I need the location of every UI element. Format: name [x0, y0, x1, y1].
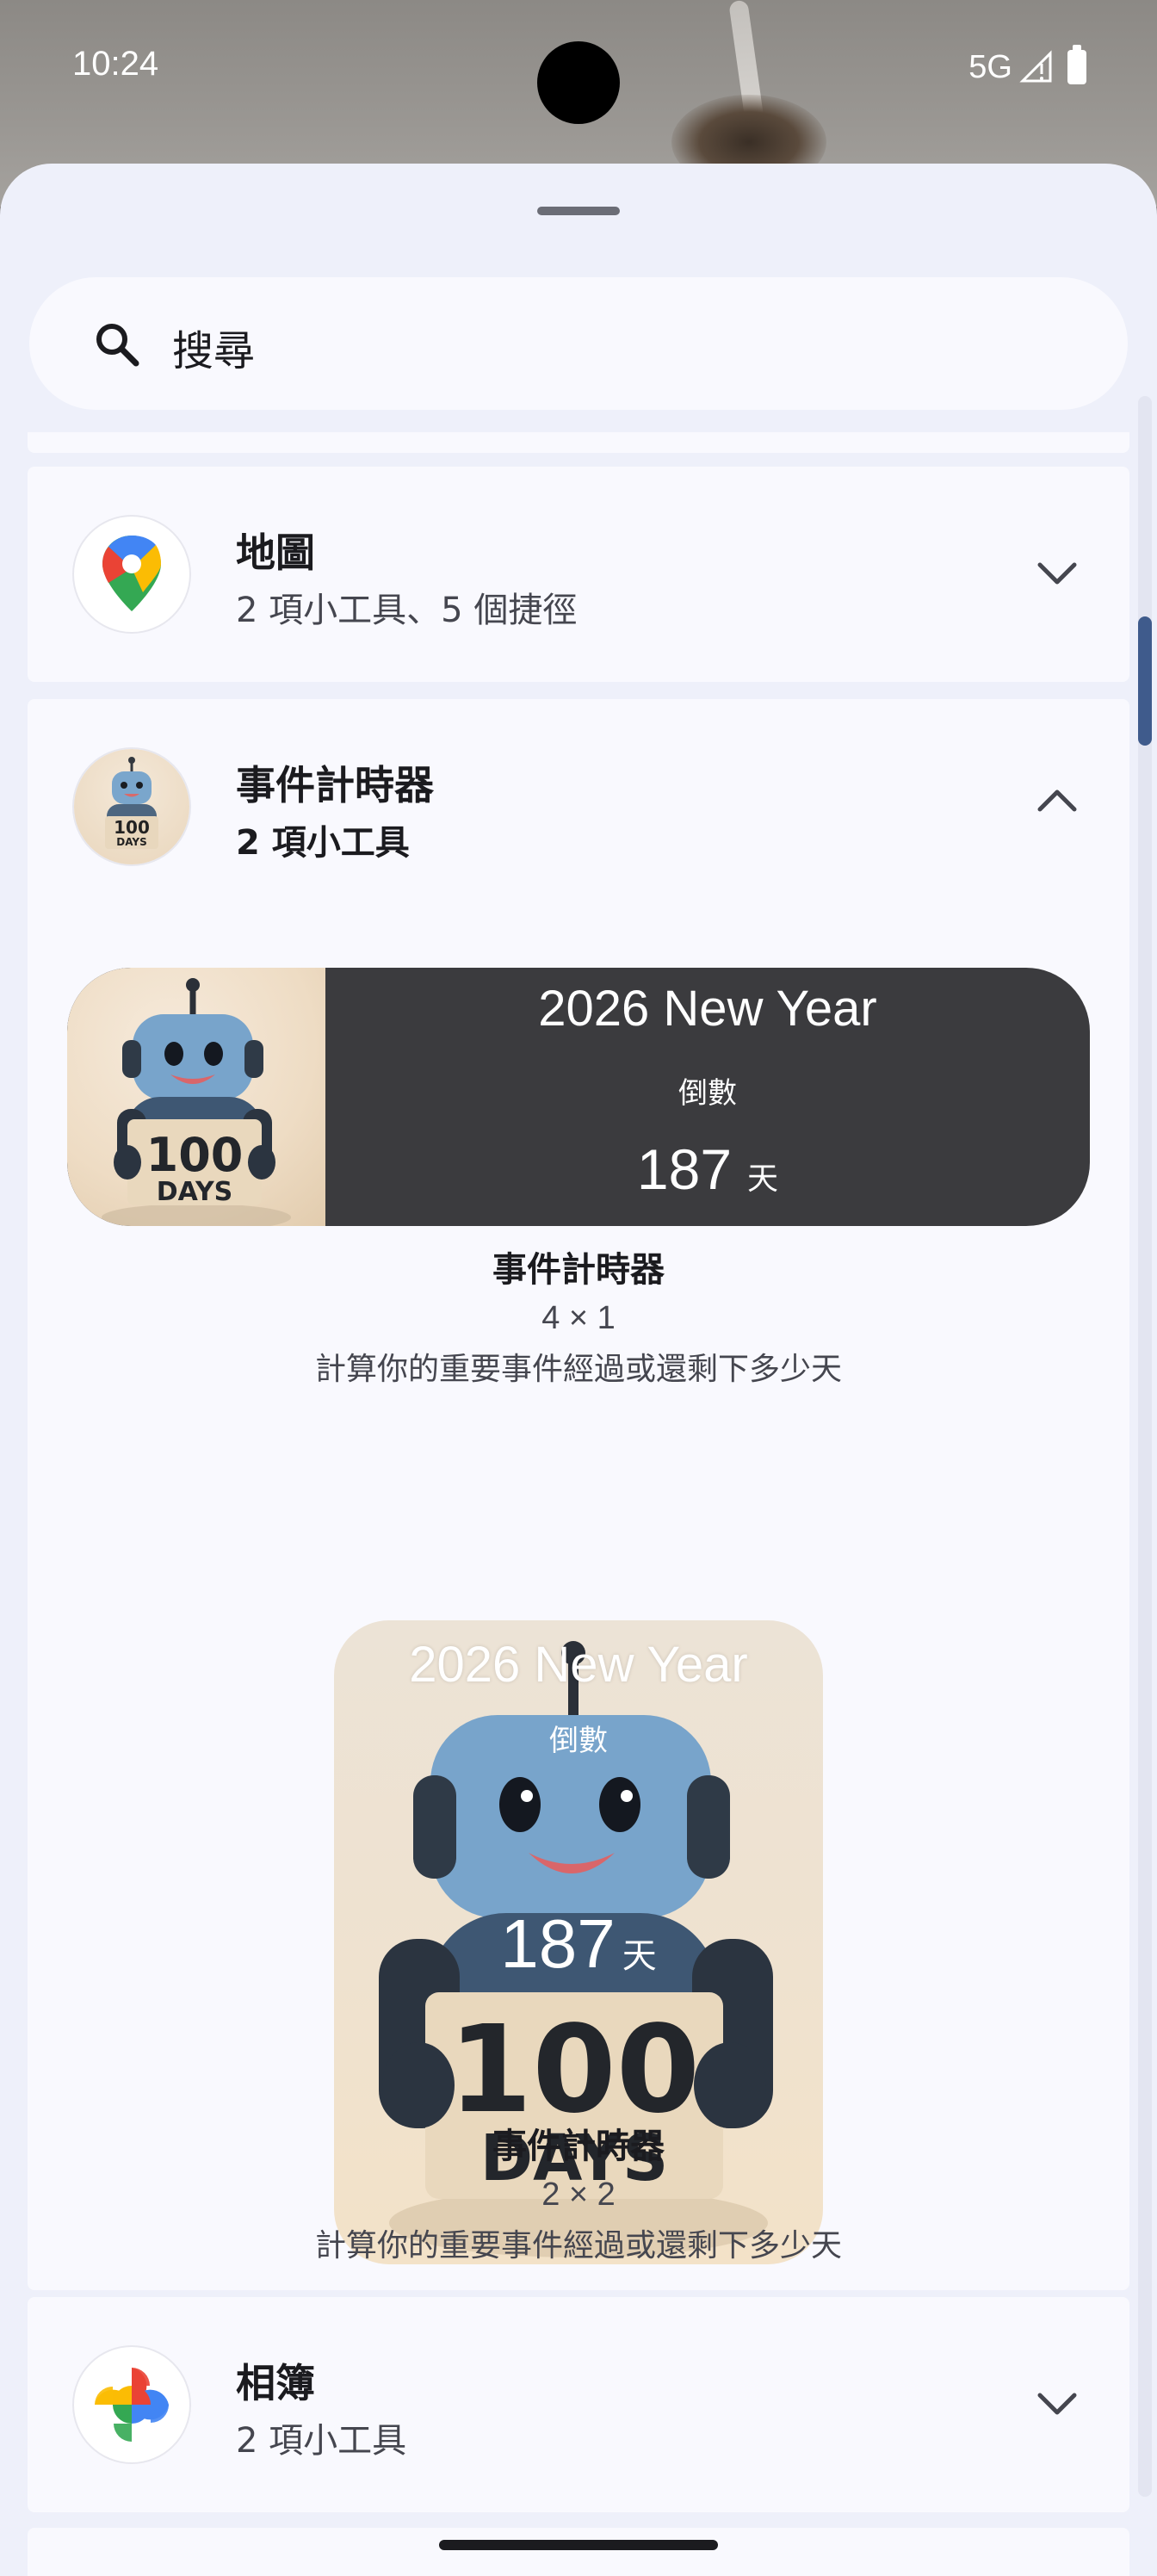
robot-100-days-icon: 100 DAYS	[74, 749, 189, 864]
widget-name: 事件計時器	[492, 2127, 665, 2166]
next-card-edge	[28, 2528, 1129, 2576]
search-bar[interactable]: 搜尋	[29, 277, 1128, 410]
chevron-down-icon[interactable]	[1033, 549, 1081, 598]
status-bar: 10:24 5G	[0, 0, 1157, 138]
chevron-down-icon[interactable]	[1033, 2380, 1081, 2428]
countdown-label: 倒數	[549, 1724, 608, 1758]
app-subtitle: 2 項小工具、5 個捷徑	[236, 591, 578, 630]
sign-text-days: DAYS	[157, 1177, 233, 1207]
day-count: 187 天	[325, 1136, 1090, 1202]
app-name: 地圖	[236, 529, 315, 576]
app-subtitle: 2 項小工具	[236, 823, 410, 863]
svg-text:100: 100	[114, 817, 150, 838]
day-count: 187 天	[334, 1904, 823, 1984]
countdown-label: 倒數	[678, 1076, 737, 1111]
network-label: 5G	[968, 48, 1012, 85]
app-card-maps[interactable]: 地圖 2 項小工具、5 個捷徑	[28, 467, 1129, 682]
previous-card-edge	[28, 432, 1129, 453]
status-time: 10:24	[72, 45, 159, 83]
day-count-number: 187	[500, 1905, 616, 1982]
app-name: 相簿	[236, 2360, 315, 2406]
signal-icon	[1019, 50, 1052, 83]
widget-caption-4x1: 事件計時器 4 × 1 計算你的重要事件經過或還剩下多少天	[28, 1242, 1129, 1389]
search-icon	[96, 324, 139, 367]
app-name: 事件計時器	[236, 762, 434, 808]
widget-size: 4 × 1	[541, 1300, 616, 1336]
gesture-nav-handle[interactable]	[439, 2540, 718, 2550]
status-icons: 5G	[968, 43, 1086, 91]
widget-preview-4x1[interactable]: 100 DAYS 2026 New Year 倒數 187 天	[67, 968, 1090, 1226]
widget-description: 計算你的重要事件經過或還剩下多少天	[314, 1352, 842, 1387]
app-subtitle: 2 項小工具	[236, 2421, 407, 2461]
widget-size: 2 × 2	[541, 2177, 616, 2213]
battery-icon	[1067, 45, 1086, 84]
camera-cutout	[537, 41, 620, 124]
day-count-unit: 天	[747, 1161, 779, 1196]
svg-text:DAYS: DAYS	[116, 836, 146, 848]
day-count-number: 187	[636, 1137, 733, 1201]
event-title: 2026 New Year	[409, 1637, 748, 1693]
widget-name: 事件計時器	[492, 1250, 665, 1290]
event-title: 2026 New Year	[538, 981, 877, 1037]
app-card-photos[interactable]: 相簿 2 項小工具	[28, 2297, 1129, 2512]
chevron-up-icon[interactable]	[1033, 777, 1081, 825]
widget-picker-sheet: 搜尋 地圖 2 項小工具、5 個捷徑 100 DAYS 事件計時器 2 項小工具…	[0, 164, 1157, 2576]
scrollbar-thumb[interactable]	[1138, 616, 1152, 746]
drag-handle[interactable]	[537, 207, 620, 215]
google-photos-icon	[74, 2347, 189, 2462]
google-maps-icon	[74, 517, 189, 632]
sign-text-100: 100	[146, 1128, 244, 1182]
widget-caption-2x2: 事件計時器 2 × 2 計算你的重要事件經過或還剩下多少天	[28, 2118, 1129, 2265]
day-count-unit: 天	[622, 1937, 657, 1975]
widget-description: 計算你的重要事件經過或還剩下多少天	[314, 2228, 842, 2263]
search-input[interactable]: 搜尋	[172, 317, 255, 377]
robot-image: 100 DAYS	[67, 968, 325, 1226]
app-card-event-timer: 100 DAYS 事件計時器 2 項小工具 100 DAYS 2026 New …	[28, 699, 1129, 2290]
